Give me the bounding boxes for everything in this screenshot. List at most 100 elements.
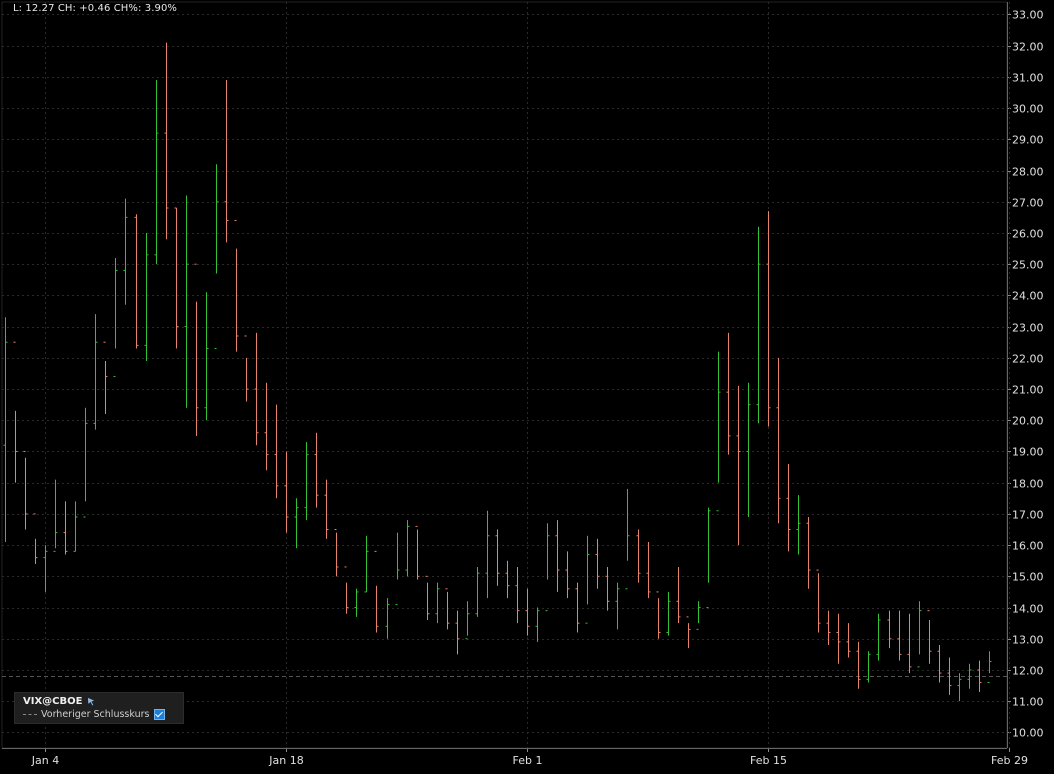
y-tick-label: 14.00 [1012,603,1044,616]
y-tick-label: 23.00 [1012,322,1044,335]
ohlc-bar [615,582,620,630]
y-tick-label: 21.00 [1012,384,1044,397]
ohlc-bar [495,529,500,586]
y-tick-label: 17.00 [1012,509,1044,522]
ohlc-bar [224,80,229,243]
ohlc-bar [354,588,359,617]
ohlc-bar [575,582,580,633]
ohlc-bar [194,263,199,436]
y-tick-label: 19.00 [1012,446,1044,459]
ohlc-bar [13,341,18,483]
ohlc-bar [264,382,269,471]
y-tick-label: 13.00 [1012,634,1044,647]
ohlc-bar [726,332,731,455]
legend-title-row: VIX@CBOE [23,696,96,707]
ohlc-bar [866,651,871,683]
ohlc-bar [686,616,691,649]
ohlc-bar [465,601,470,640]
ohlc-bar [374,550,379,633]
ohlc-bar [876,613,881,661]
ohlc-bar [525,588,530,636]
ohlc-bar [134,214,139,349]
y-tick-label: 18.00 [1012,478,1044,491]
cursor-arrow-icon[interactable] [87,697,96,706]
ohlc-bar [856,641,861,689]
x-tick-label: Feb 29 [991,754,1028,767]
ohlc-bar [846,623,851,658]
y-tick-label: 33.00 [1012,9,1044,22]
y-tick-label: 26.00 [1012,228,1044,241]
ohlc-bar [756,226,761,424]
ohlc-bar [53,479,58,552]
ohlc-bar [987,651,992,683]
y-tick-label: 20.00 [1012,415,1044,428]
ohlc-bar [425,575,430,621]
plot-frame [1,1,1008,749]
info-text: L: 12.27 CH: +0.46 CH%: 3.90% [13,3,178,14]
ohlc-bar [304,442,309,521]
x-tick-label: Feb 1 [513,754,543,767]
y-tick-label: 24.00 [1012,290,1044,303]
y-tick-label: 32.00 [1012,41,1044,54]
ohlc-bar [204,292,209,421]
y-tick-label: 29.00 [1012,134,1044,147]
ohlc-bar [415,525,420,580]
ohlc-bar [284,451,289,533]
ohlc-bar [515,566,520,624]
ohlc-bar [836,613,841,664]
ohlc-bar [314,432,319,508]
ohlc-bar [706,507,711,609]
ohlc-bar [3,317,8,542]
ohlc-bar [816,569,821,633]
ohlc-bar [666,591,671,636]
ohlc-bar [696,601,701,630]
ohlc-bar [294,498,299,549]
ohlc-bar [344,566,349,614]
ohlc-bar [806,517,811,589]
ohlc-bar [595,538,600,589]
ohlc-bar [234,219,239,352]
ohlc-bar [957,673,962,702]
ohlc-bar [736,385,741,546]
legend-panel: VIX@CBOE Vorheriger Schlusskurs [14,692,184,724]
ohlc-bar [154,80,159,265]
prev-close-label: Vorheriger Schlusskurs [41,709,150,720]
ohlc-bar [103,341,108,415]
y-tick-label: 11.00 [1012,696,1044,709]
ohlc-bar [917,601,922,668]
legend-prev-close-row: Vorheriger Schlusskurs [23,709,166,720]
ohlc-bar [646,541,651,599]
ohlc-bar [605,566,610,611]
y-tick-label: 10.00 [1012,727,1044,740]
ohlc-bar [625,488,630,590]
ohlc-bar [43,545,48,592]
ohlc-bar [244,335,249,402]
y-tick-label: 12.00 [1012,665,1044,678]
ohlc-bar [656,591,661,639]
ohlc-bar [73,501,78,552]
prev-close-checkbox[interactable] [154,709,166,720]
y-tick-label: 30.00 [1012,103,1044,116]
legend-symbol[interactable]: VIX@CBOE [23,696,82,707]
y-tick-label: 15.00 [1012,571,1044,584]
ohlc-bar [907,613,912,674]
x-tick-label: Feb 15 [750,754,787,767]
ohlc-bar [123,198,128,305]
ohlc-chart-svg[interactable]: 10.00 11.00 12.00 13.00 14.00 15.00 16.00 17.00… [0,0,1054,774]
ohlc-bar [565,551,570,599]
ohlc-bar [33,513,38,564]
ohlc-bar [113,257,118,378]
ohlc-bar [385,598,390,639]
ohlc-bar [545,523,550,612]
ohlc-bar [405,520,410,577]
ohlc-bar [535,607,540,642]
ohlc-bar [334,529,339,577]
ohlc-bar [455,610,460,655]
ohlc-bar [63,501,68,555]
ohlc-bar [164,42,169,240]
vix-chart[interactable]: 10.00 11.00 12.00 13.00 14.00 15.00 16.00 17.00… [0,0,1054,774]
x-tick-label: Jan 4 [31,754,59,767]
ohlc-bar [786,463,791,552]
ohlc-bar [364,535,369,593]
ohlc-bar [585,535,590,624]
